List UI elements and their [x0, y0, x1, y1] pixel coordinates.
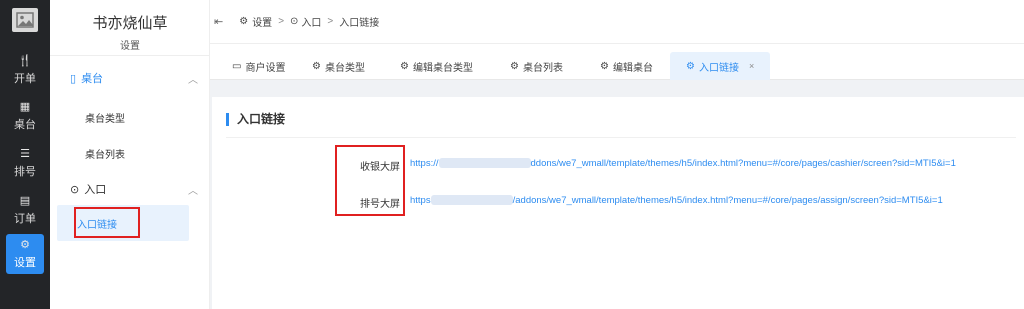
tab-label: 桌台类型	[324, 62, 365, 74]
url-prefix: https://	[410, 158, 439, 169]
sidebar-group-label: 桌台	[81, 73, 104, 85]
tab-edit-table-type[interactable]: ⚙ 编辑桌台类型	[400, 52, 473, 80]
gear-icon: ⚙	[686, 60, 695, 72]
url-path: /addons/we7_wmall/template/themes/h5/ind…	[512, 195, 943, 206]
card-title: 入口链接	[226, 113, 285, 126]
collapse-menu-icon[interactable]: ⇤	[214, 15, 223, 28]
list-icon: ☰	[20, 148, 30, 160]
tab-label: 编辑桌台类型	[412, 62, 473, 74]
url-prefix: https	[410, 195, 431, 206]
gear-icon: ⚙	[20, 239, 30, 251]
cashier-screen-link[interactable]: https:// ddons/we7_wmall/template/themes/…	[410, 158, 956, 169]
divider	[226, 137, 1016, 138]
sidebar-item-table-types[interactable]: 桌台类型	[85, 110, 125, 125]
sidebar-group-entry[interactable]: ⊙ 入口 ︿	[70, 181, 198, 197]
logo-image-icon	[12, 8, 38, 32]
rail-item-label: 开单	[14, 73, 36, 85]
rail-item-tables[interactable]: ▦ 桌台	[0, 96, 50, 136]
tab-label: 编辑桌台	[612, 62, 653, 74]
tab-merchant-settings[interactable]: ▭ 商户设置	[232, 52, 285, 80]
redacted-domain	[430, 195, 513, 206]
compass-icon: ⊙	[290, 16, 299, 27]
compass-icon: ⊙	[70, 183, 80, 196]
breadcrumb-separator: >	[278, 16, 285, 27]
breadcrumb-current: 入口链接	[339, 18, 380, 29]
breadcrumb: ⇤ ⚙ 设置 > ⊙ 入口 > 入口链接	[210, 14, 379, 29]
close-icon[interactable]: ×	[749, 61, 754, 71]
tablet-icon: ▯	[70, 72, 77, 85]
breadcrumb-separator: >	[327, 16, 334, 27]
tab-table-list[interactable]: ⚙ 桌台列表	[510, 52, 563, 80]
highlight-box	[74, 207, 140, 238]
rail-item-label: 订单	[14, 213, 36, 225]
tab-entry-links[interactable]: ⚙ 入口链接 ×	[670, 52, 771, 80]
rail-item-settings[interactable]: ⚙ 设置	[6, 234, 44, 274]
rail-item-label: 排号	[14, 166, 36, 178]
gear-icon: ⚙	[400, 60, 409, 72]
tab-label: 桌台列表	[522, 62, 563, 74]
divider	[50, 55, 210, 56]
document-icon: ▤	[19, 195, 31, 207]
gear-icon: ⚙	[239, 16, 249, 27]
settings-sidebar: 书亦烧仙草 设置 ▯ 桌台 ︿ 桌台类型 桌台列表 ⊙ 入口 ︿ 入口链接	[50, 0, 210, 309]
tab-label: 商户设置	[245, 62, 286, 74]
store-icon: ▭	[232, 60, 242, 72]
breadcrumb-item[interactable]: 入口	[301, 14, 321, 29]
sidebar-item-table-list[interactable]: 桌台列表	[85, 146, 125, 161]
chevron-up-icon: ︿	[188, 185, 198, 197]
utensils-icon: 🍴	[18, 55, 32, 67]
rail-item-label: 桌台	[14, 119, 36, 131]
sidebar-group-tables[interactable]: ▯ 桌台 ︿	[70, 70, 198, 86]
rail-item-queue[interactable]: ☰ 排号	[0, 143, 50, 183]
gear-icon: ⚙	[312, 60, 321, 72]
gear-icon: ⚙	[600, 60, 609, 72]
url-path: ddons/we7_wmall/template/themes/h5/index…	[530, 158, 956, 169]
tab-edit-table[interactable]: ⚙ 编辑桌台	[600, 52, 653, 80]
rail-item-orders[interactable]: ▤ 订单	[0, 190, 50, 230]
queue-screen-link[interactable]: https/addons/we7_wmall/template/themes/h…	[410, 195, 943, 206]
gear-icon: ⚙	[510, 60, 519, 72]
chevron-up-icon: ︿	[188, 74, 198, 86]
breadcrumb-item[interactable]: 设置	[252, 14, 272, 29]
tab-bar: ▭ 商户设置 ⚙ 桌台类型 ⚙ 编辑桌台类型 ⚙ 桌台列表 ⚙ 编辑桌台 ⚙ 入口链接 ×	[210, 44, 1024, 80]
store-name: 书亦烧仙草	[92, 15, 168, 32]
rail-item-label: 设置	[14, 257, 36, 269]
rail-item-open-order[interactable]: 🍴 开单	[0, 50, 50, 90]
redacted-domain	[438, 158, 531, 169]
sidebar-group-label: 入口	[84, 184, 107, 196]
tab-label: 入口链接	[698, 62, 739, 74]
tab-table-types[interactable]: ⚙ 桌台类型	[312, 52, 365, 80]
entry-links-card: 入口链接 收银大屏 https://ddons/we7_wmall/templa…	[212, 97, 1024, 309]
top-bar: ⇤ ⚙ 设置 > ⊙ 入口 > 入口链接	[210, 0, 1024, 44]
highlight-box	[335, 145, 405, 216]
sidebar-subtitle: 设置	[120, 41, 140, 52]
app-rail: 🍴 开单 ▦ 桌台 ☰ 排号 ▤ 订单 ⚙ 设置	[0, 0, 50, 309]
table-icon: ▦	[19, 101, 31, 113]
